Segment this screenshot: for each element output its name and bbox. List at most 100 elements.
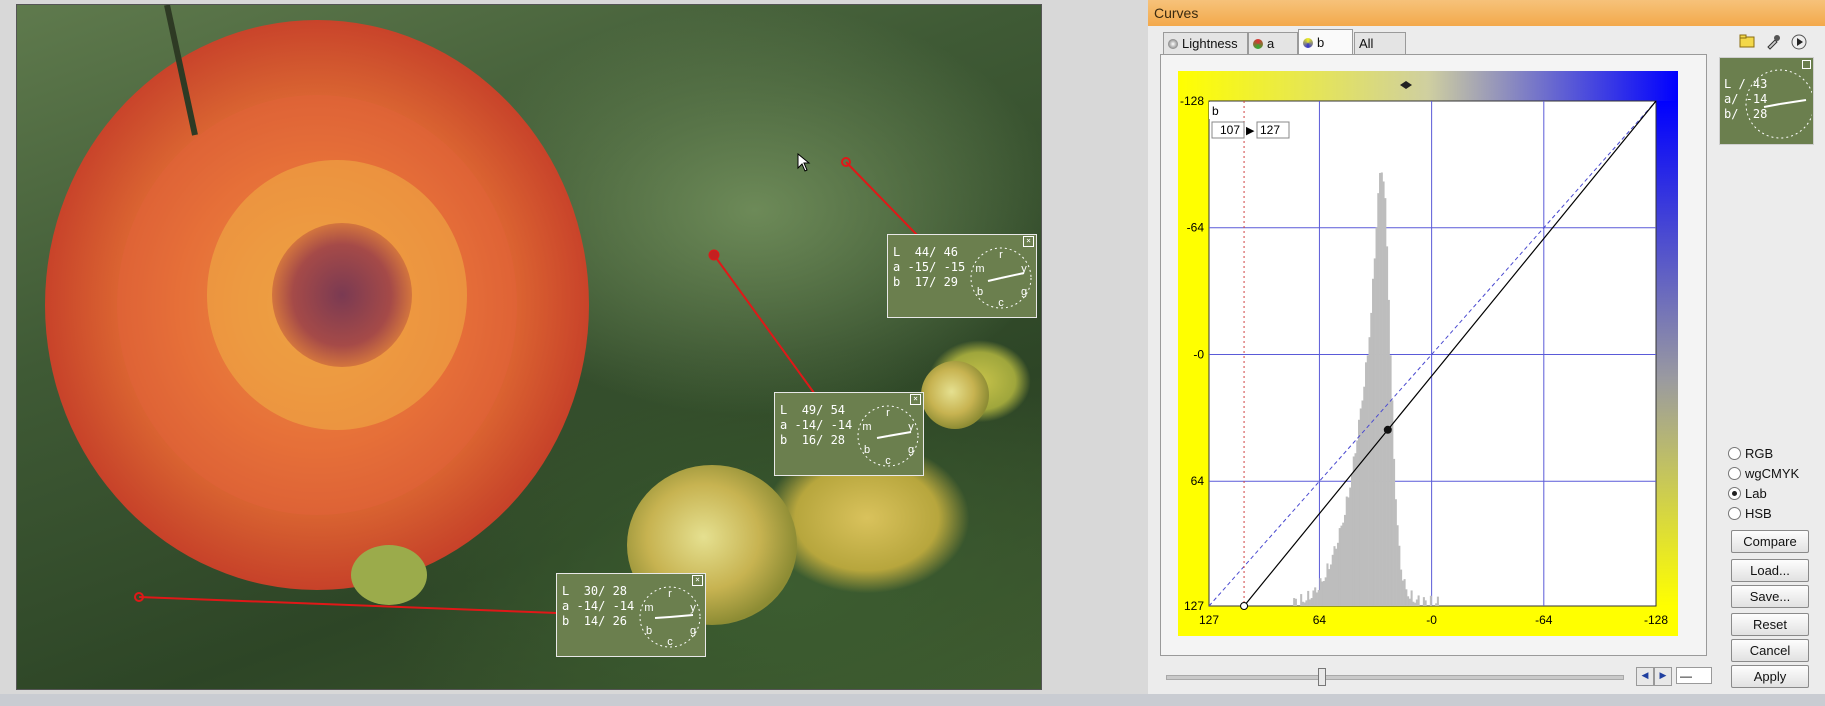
sampler-readout[interactable]: × L 30/ 28 a -14/ -14 b 14/ 26 r m y b c…	[556, 573, 706, 657]
histogram-bar	[1398, 545, 1401, 606]
sampler-l-value: 30/ 28	[583, 584, 628, 598]
histogram-bar	[1315, 592, 1318, 606]
sampler-b-value: 16/ 28	[801, 433, 846, 447]
wheel-label: r	[886, 407, 890, 419]
folder-icon[interactable]	[1738, 34, 1756, 52]
histogram-bar	[1380, 172, 1383, 606]
radio-label: HSB	[1745, 506, 1772, 521]
histogram-bar	[1356, 440, 1359, 606]
output-value: 127	[1260, 123, 1280, 137]
radio-label: wgCMYK	[1745, 466, 1800, 481]
histogram-bar	[1410, 590, 1413, 606]
radio-icon	[1728, 467, 1741, 480]
histogram-bar	[1372, 278, 1375, 606]
reset-button[interactable]: Reset	[1731, 613, 1809, 636]
tab-all[interactable]: All	[1354, 32, 1406, 54]
y-tick-label: -0	[1193, 347, 1204, 361]
photo-dahlia[interactable]	[16, 4, 1042, 690]
status-strip	[0, 694, 1825, 706]
slider-left-button[interactable]: ◀	[1636, 667, 1654, 686]
histogram-bar	[1379, 172, 1382, 606]
histogram-bar	[1358, 419, 1361, 606]
load-button[interactable]: Load...	[1731, 559, 1809, 582]
y-tick-label: 127	[1184, 599, 1204, 613]
sampler-marker[interactable]	[708, 249, 720, 261]
tab-a[interactable]: a	[1248, 32, 1298, 54]
histogram-bar	[1403, 579, 1406, 606]
sampler-a-value: -14/ -14	[576, 599, 635, 613]
histogram-bar	[1301, 601, 1304, 606]
cancel-button[interactable]: Cancel	[1731, 639, 1809, 662]
x-tick-label: -64	[1535, 613, 1553, 627]
curve-chart[interactable]: -128 -64 -0 64 127 127 64 -0 -64 -128 b 107 ▶ 12…	[1178, 71, 1698, 641]
x-tick-label: -0	[1426, 613, 1437, 627]
save-button[interactable]: Save...	[1731, 585, 1809, 608]
curve-graph[interactable]: -128 -64 -0 64 127 127 64 -0 -64 -128 b 107 ▶ 12…	[1178, 71, 1698, 641]
histogram-bar	[1305, 600, 1308, 606]
histogram-bar	[1363, 386, 1366, 606]
play-icon[interactable]	[1790, 34, 1808, 52]
radio-label: Lab	[1745, 486, 1767, 501]
wheel-label: b	[977, 286, 983, 298]
top-color-bar	[1178, 71, 1678, 101]
color-wheel-icon: r m y b c g	[857, 405, 919, 467]
color-wheel-icon: r m y b c g	[970, 247, 1032, 309]
lightness-channel-icon	[1168, 39, 1178, 49]
histogram-bar	[1342, 522, 1345, 606]
wheel-label: m	[862, 421, 871, 433]
sampler-readout[interactable]: × L 44/ 46 a -15/ -15 b 17/ 29 r m y b c…	[887, 234, 1037, 318]
histogram-bar	[1393, 458, 1396, 606]
histogram-bar	[1435, 603, 1438, 606]
dialog-title[interactable]: Curves	[1148, 0, 1825, 26]
histogram-bar	[1333, 546, 1336, 606]
histogram-bar	[1366, 355, 1369, 606]
histogram-bar	[1422, 597, 1425, 606]
x-tick-label: 64	[1313, 613, 1327, 627]
mode-wgcmyk[interactable]: wgCMYK	[1728, 466, 1799, 481]
radio-icon	[1728, 507, 1741, 520]
histogram-bar	[1396, 525, 1399, 606]
sampler-readout[interactable]: × L 49/ 54 a -14/ -14 b 16/ 28 r m y b c…	[774, 392, 924, 476]
curve-endpoint[interactable]	[1240, 602, 1249, 610]
histogram-bar	[1389, 355, 1392, 606]
radio-icon	[1728, 447, 1741, 460]
right-color-bar	[1656, 101, 1678, 606]
histogram-bar	[1391, 400, 1394, 606]
wheel-label: y	[690, 602, 696, 614]
histogram-bar	[1370, 312, 1373, 606]
histogram-bar	[1345, 496, 1348, 606]
apply-button[interactable]: Apply	[1731, 665, 1809, 688]
input-value: 107	[1220, 123, 1240, 137]
histogram-bar	[1408, 598, 1411, 606]
mode-hsb[interactable]: HSB	[1728, 506, 1772, 521]
mode-rgb[interactable]: RGB	[1728, 446, 1773, 461]
tab-label: a	[1267, 36, 1275, 51]
wheel-label: r	[999, 249, 1003, 261]
histogram-bar	[1377, 193, 1380, 606]
compare-button[interactable]: Compare	[1731, 530, 1809, 553]
histogram-bar	[1328, 569, 1331, 606]
histogram-bar	[1321, 581, 1324, 606]
tab-lightness[interactable]: Lightness	[1163, 32, 1248, 54]
slider-thumb[interactable]	[1318, 668, 1326, 686]
mode-lab[interactable]: Lab	[1728, 486, 1767, 501]
slider-right-button[interactable]: ▶	[1654, 667, 1672, 686]
histogram-bar	[1365, 362, 1368, 606]
eyedropper-icon[interactable]	[1764, 34, 1782, 52]
histogram-bar	[1314, 587, 1317, 606]
histogram-bar	[1326, 563, 1329, 606]
image-canvas[interactable]: × L 44/ 46 a -15/ -15 b 17/ 29 r m y b c…	[0, 0, 1120, 706]
tab-b[interactable]: b	[1298, 29, 1353, 55]
wheel-label: m	[975, 263, 984, 275]
histogram-bar	[1317, 590, 1320, 606]
slider-value-field[interactable]: —	[1676, 667, 1712, 684]
sampler-lines	[134, 157, 920, 614]
tab-label: All	[1359, 36, 1374, 51]
curve-control-point[interactable]	[1383, 425, 1392, 434]
slider-track[interactable]	[1166, 675, 1624, 680]
histogram-bar	[1417, 595, 1420, 606]
wheel-label: b	[864, 444, 870, 456]
histogram-bar	[1331, 554, 1334, 606]
y-tick-label: 64	[1191, 474, 1205, 488]
sampler-b-value: 17/ 29	[914, 275, 959, 289]
